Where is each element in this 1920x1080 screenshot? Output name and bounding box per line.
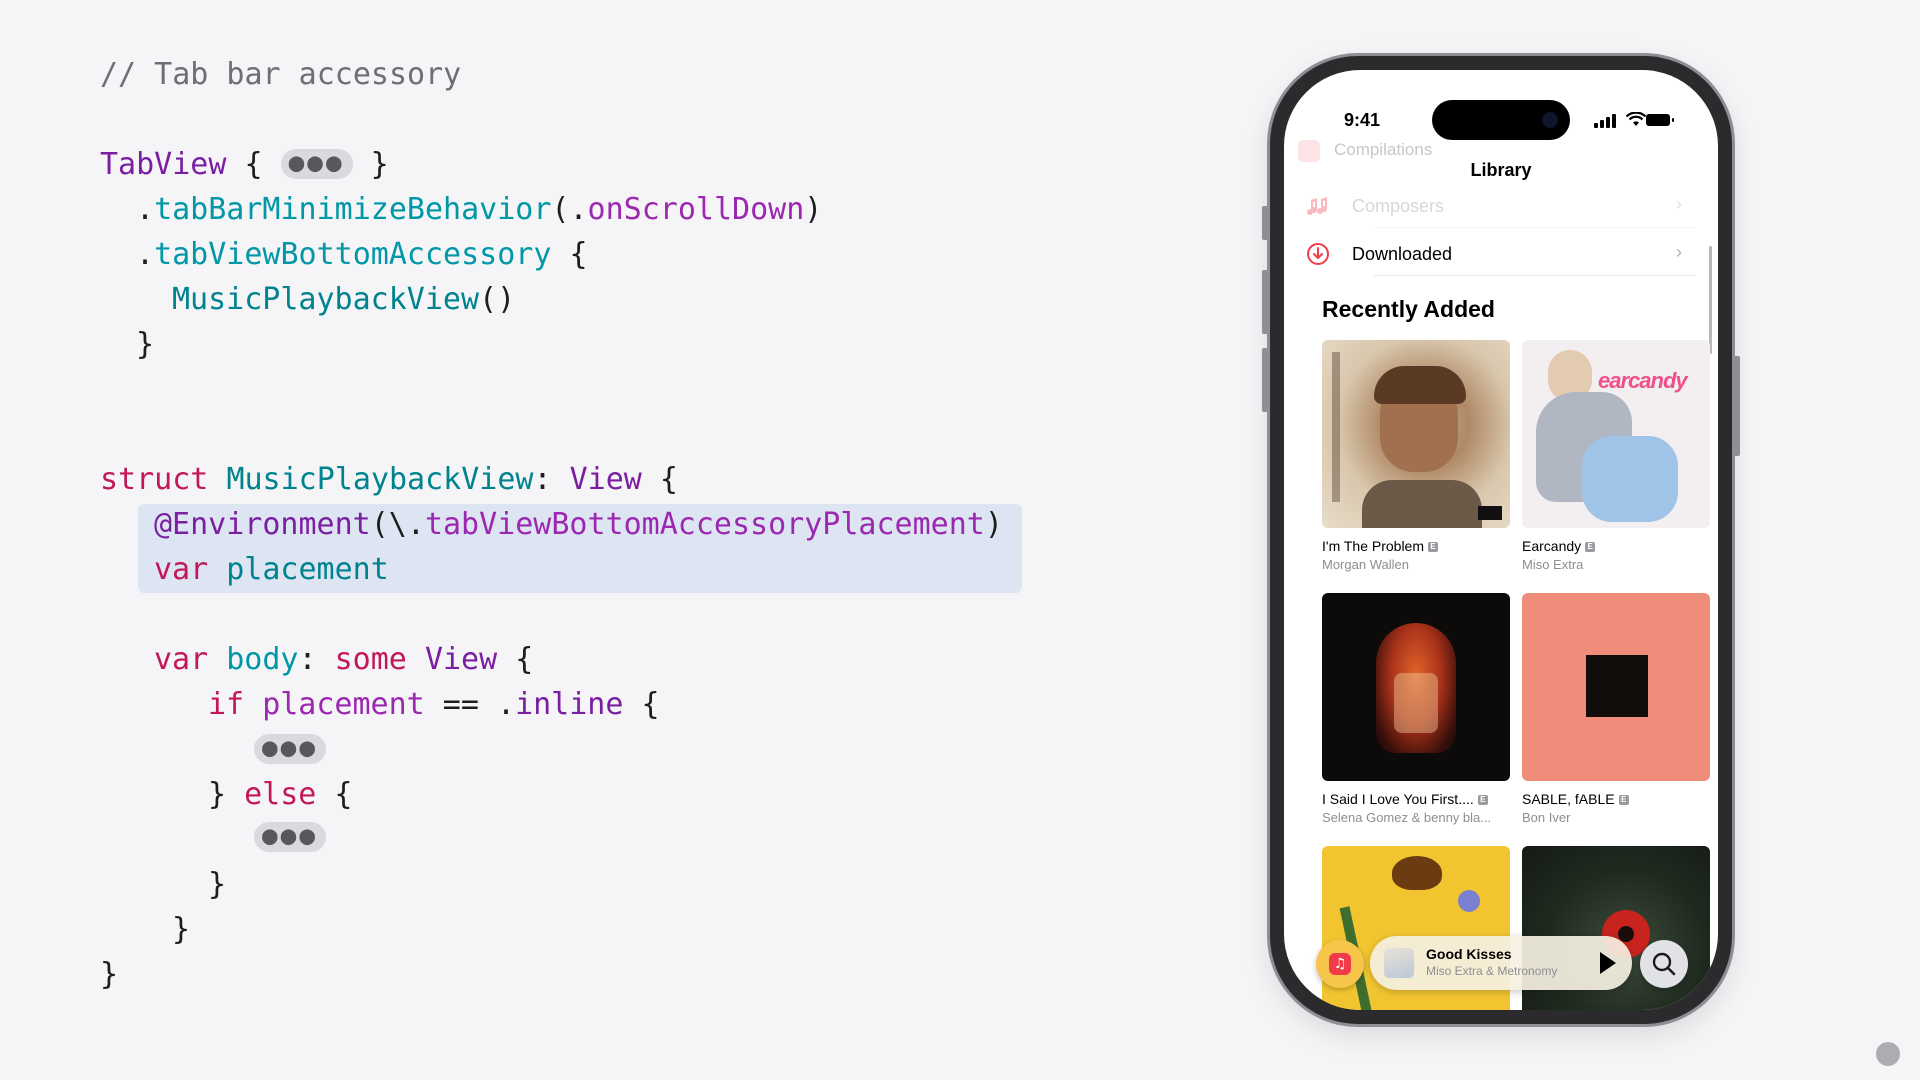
phone-screen: Compilations 9:41 Library Composers › Do… [1284,70,1718,1010]
album-title: I'm The Problem [1322,538,1425,554]
mini-player-accessory[interactable]: Good Kisses Miso Extra & Metronomy [1370,936,1632,990]
code-line-if-body: ●●● [254,727,326,772]
flower-icon [1458,890,1480,912]
album-artist: Miso Extra [1522,557,1584,572]
signal-bar-icon [1612,114,1616,128]
code-line-tabview: TabView { ●●● } [100,147,389,182]
code-line-var-placement: var placement [154,552,389,587]
code-line-close-body: } [172,912,191,947]
album-art-square [1586,655,1648,717]
signal-bar-icon [1600,120,1604,128]
camera-icon [1542,112,1558,128]
album-card[interactable]: SABLE, fABLE E Bon Iver [1522,593,1710,825]
code-line-bottom-accessory: .tabViewBottomAccessory { [136,237,588,272]
list-row-downloaded[interactable]: Downloaded › [1306,232,1696,276]
album-artist: Morgan Wallen [1322,557,1409,572]
row-divider [1374,227,1696,228]
code-line-struct: struct MusicPlaybackView: View { [100,462,678,497]
action-button [1262,206,1268,240]
album-artist: Bon Iver [1522,810,1571,825]
now-playing-title: Good Kisses [1426,946,1512,962]
album-side-text [1332,352,1340,502]
row-divider [1374,275,1696,276]
explicit-badge: E [1618,795,1629,806]
battery-icon [1646,114,1674,126]
album-art [1522,593,1710,781]
portrait-jeans [1582,436,1678,522]
compilations-icon [1298,140,1320,162]
play-icon[interactable] [1600,952,1616,974]
list-row-composers[interactable]: Composers › [1306,184,1696,228]
status-icons [1594,112,1674,128]
album-card[interactable]: earcandy Earcandy E Miso Extra [1522,340,1710,572]
now-playing-artwork [1384,948,1414,978]
code-line-close-struct: } [100,957,119,992]
status-time: 9:41 [1344,110,1381,130]
scroll-indicator[interactable] [1709,246,1712,354]
power-button [1734,356,1740,456]
collapsed-code-dots[interactable]: ●●● [254,733,326,764]
album-art [1322,340,1510,528]
nav-title: Library [1470,160,1532,180]
search-icon [1652,952,1676,976]
section-title-recently-added: Recently Added [1322,296,1495,322]
music-notes-icon [1307,197,1328,216]
code-line-else-body: ●●● [254,815,326,860]
code-comment: // Tab bar accessory [100,57,462,92]
album-art: earcandy [1522,340,1710,528]
tab-music-button[interactable]: ♫ [1316,940,1364,988]
music-note-icon: ♫ [1329,953,1351,975]
code-line-music-playback-call: MusicPlaybackView() [172,282,516,317]
explicit-badge: E [1428,542,1439,553]
album-card[interactable]: I Said I Love You First.... E Selena Gome… [1322,593,1510,825]
chevron-right-icon: › [1676,242,1682,262]
download-circle-icon [1307,243,1329,265]
signal-bar-icon [1606,117,1610,128]
code-line-var-body: var body: some View { [154,642,534,677]
wifi-icon [1626,112,1646,126]
volume-down-button [1262,348,1268,412]
album-artist: Selena Gomez & benny bla... [1322,810,1492,825]
album-art [1322,593,1510,781]
album-art-text: earcandy [1598,368,1688,393]
now-playing-artist: Miso Extra & Metronomy [1426,964,1558,978]
album-title: Earcandy [1522,538,1582,554]
code-line-environment: @Environment(\.tabViewBottomAccessoryPla… [154,507,1003,542]
signal-bar-icon [1594,123,1598,128]
collapsed-code-dots[interactable]: ●●● [254,821,326,852]
album-title: I Said I Love You First.... [1322,791,1474,807]
explicit-badge: E [1477,795,1488,806]
dynamic-island [1432,100,1570,140]
tab-search-button[interactable] [1640,940,1688,988]
code-line-close-if: } [208,867,227,902]
portrait-shirt [1362,480,1482,528]
volume-up-button [1262,270,1268,334]
explicit-badge: E [1585,542,1596,553]
code-line-close-brace: } [136,327,155,362]
butterfly-icon [1392,856,1442,890]
collapsed-code-dots[interactable]: ●●● [280,148,353,179]
code-line-minimize-behavior: .tabBarMinimizeBehavior(.onScrollDown) [136,192,823,227]
flower-center [1618,926,1634,942]
accessibility-icon[interactable] [1876,1042,1900,1066]
code-line-if: if placement == .inline { [208,687,660,722]
chevron-right-icon: › [1676,194,1682,214]
code-line-else: } else { [208,777,353,812]
album-figures [1394,673,1438,733]
portrait-hair [1374,366,1466,404]
album-title: SABLE, fABLE [1522,791,1615,807]
parental-advisory-label [1478,506,1502,520]
iphone-frame: Compilations 9:41 Library Composers › Do… [1262,56,1740,1024]
album-card[interactable]: I'm The Problem E Morgan Wallen [1322,340,1510,572]
